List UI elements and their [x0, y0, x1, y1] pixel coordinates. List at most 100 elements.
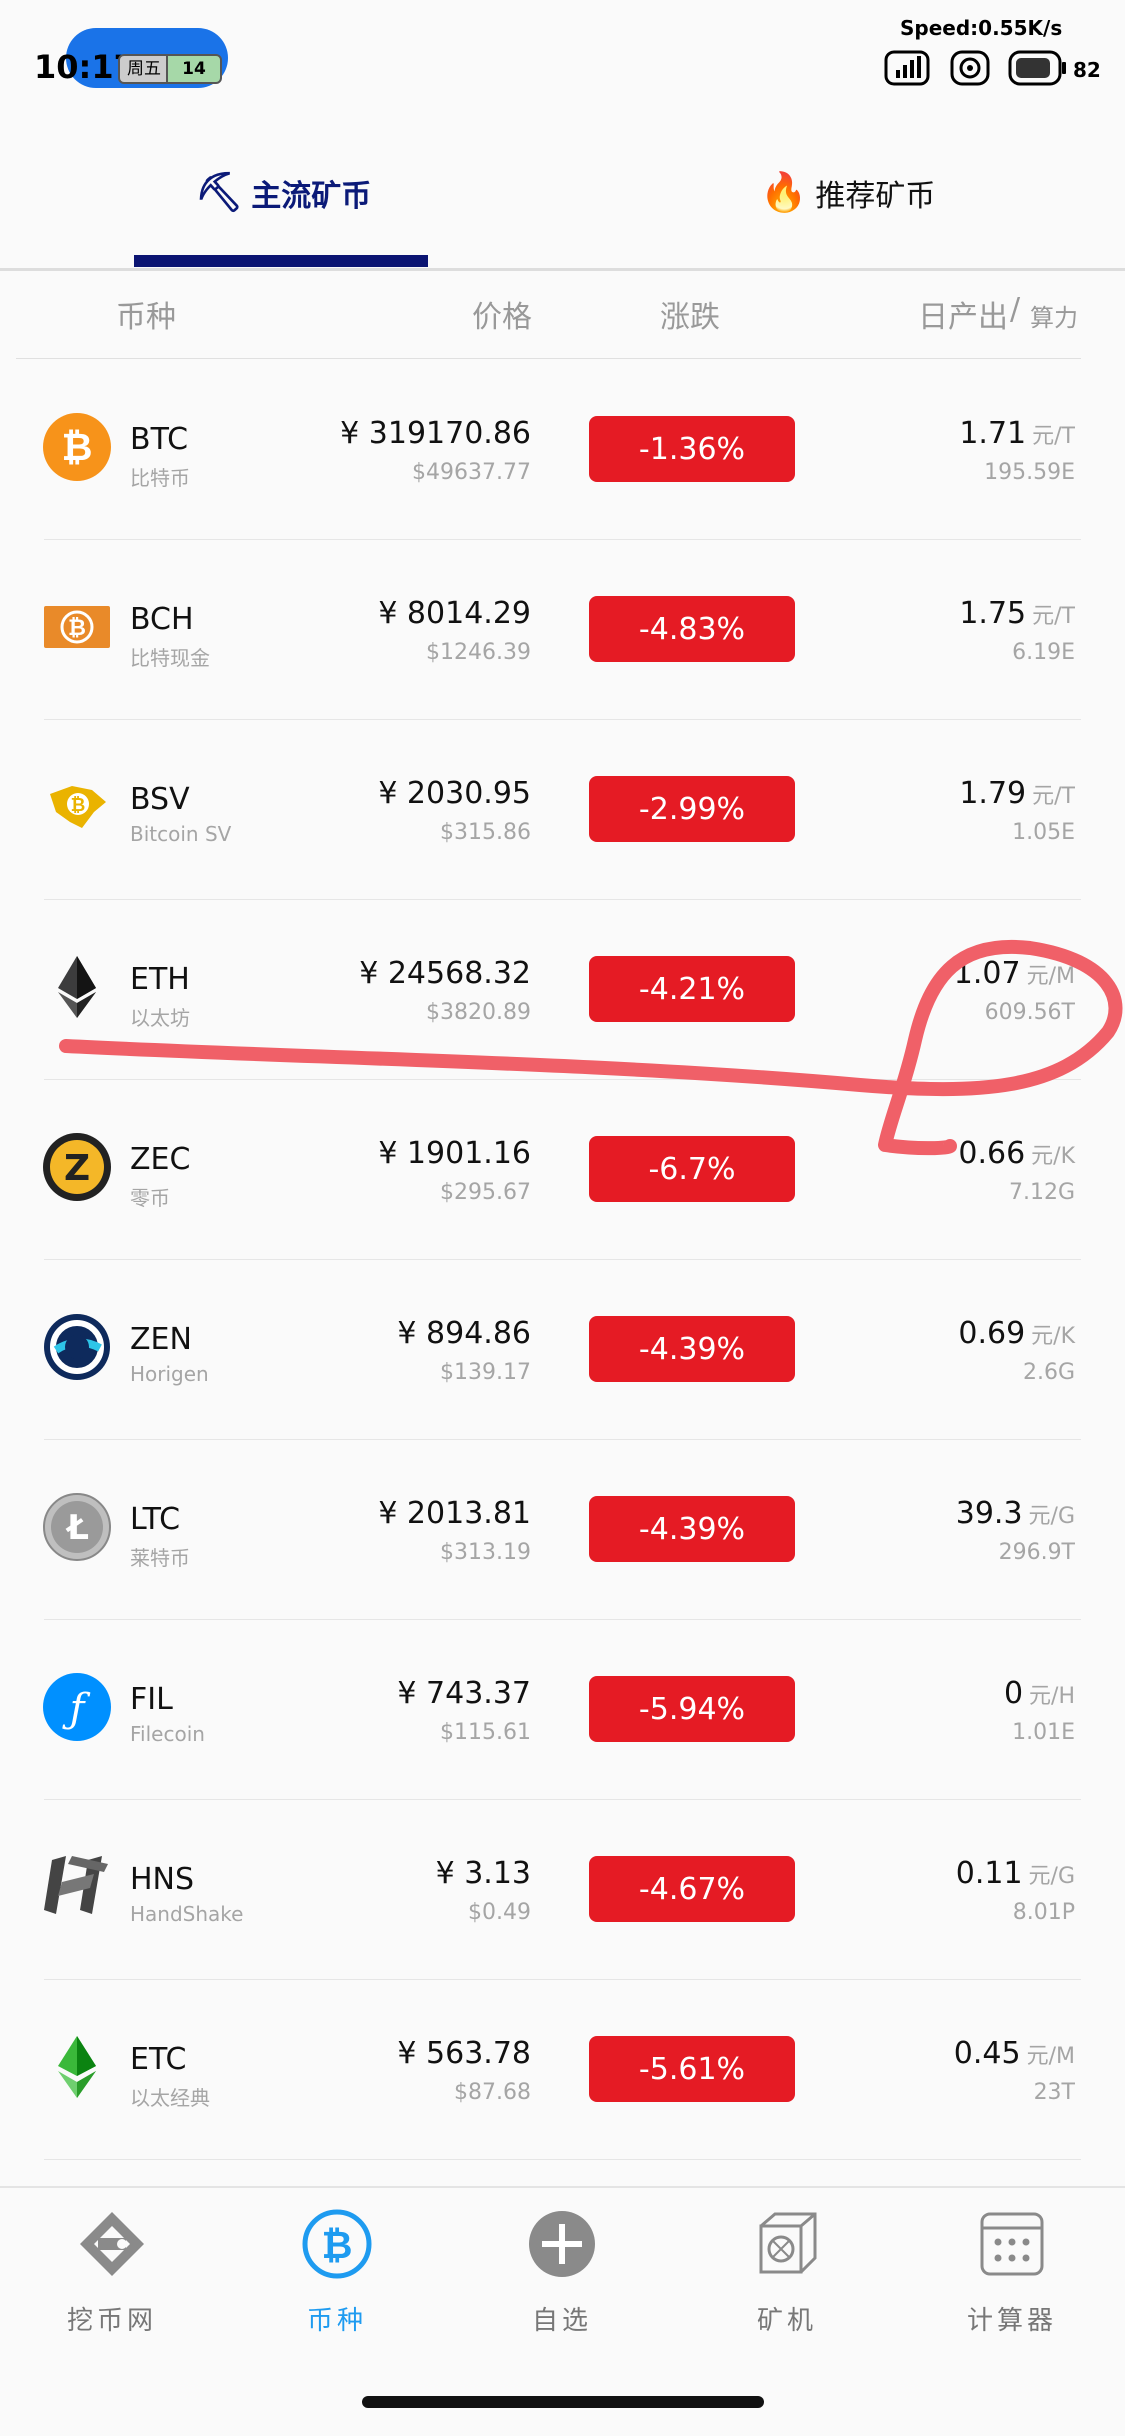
etc-icon — [42, 2032, 112, 2102]
coin-row-bch[interactable]: ₿ BCH 比特现金 ¥ 8014.29 $1246.39 -4.83% 1.7… — [0, 540, 1125, 720]
daily-output: 1.79 元/T — [959, 776, 1075, 811]
change-badge[interactable]: -4.39% — [589, 1496, 795, 1562]
tab-recommended[interactable]: 🔥 推荐矿币 — [760, 170, 935, 215]
daily-output: 0.69 元/K — [958, 1316, 1075, 1351]
active-tab-indicator — [134, 255, 428, 267]
price-usd: $315.86 — [440, 820, 531, 845]
price-usd: $1246.39 — [426, 640, 531, 665]
nav-label: 自选 — [531, 2306, 592, 2336]
daily-output: 0.45 元/M — [954, 2036, 1075, 2071]
output-unit: 元/M — [1026, 2044, 1075, 2069]
bottom-nav-divider — [0, 2186, 1125, 2188]
change-badge[interactable]: -6.7% — [589, 1136, 795, 1202]
price-cny: ¥ 1901.16 — [378, 1136, 531, 1171]
svg-text:₿: ₿ — [68, 616, 86, 641]
change-badge[interactable]: -4.67% — [589, 1856, 795, 1922]
nav-wabi[interactable]: 挖币网 — [22, 2208, 202, 2348]
hotspot-icon — [950, 50, 990, 86]
miner-icon — [759, 2212, 817, 2274]
coin-row-etc[interactable]: ETC 以太经典 ¥ 563.78 $87.68 -5.61% 0.45 元/M … — [0, 1980, 1125, 2160]
output-unit: 元/T — [1032, 424, 1075, 449]
coin-row-zen[interactable]: ZEN Horigen ¥ 894.86 $139.17 -4.39% 0.69… — [0, 1260, 1125, 1440]
hns-icon — [42, 1852, 112, 1922]
output-unit: 元/M — [1026, 964, 1075, 989]
btc-icon: ₿ — [42, 412, 112, 482]
change-badge[interactable]: -4.83% — [589, 596, 795, 662]
price-usd: $87.68 — [454, 2080, 531, 2105]
home-indicator[interactable] — [362, 2396, 764, 2408]
hashrate: 2.6G — [1022, 1360, 1075, 1385]
change-badge[interactable]: -2.99% — [589, 776, 795, 842]
price-usd: $49637.77 — [412, 460, 531, 485]
svg-text:₿: ₿ — [322, 2223, 353, 2267]
fil-icon: ƒ — [42, 1672, 112, 1742]
tab-mainstream[interactable]: ⛏ 主流矿币 — [195, 170, 371, 215]
price-usd: $313.19 — [440, 1540, 531, 1565]
change-badge[interactable]: -5.61% — [589, 2036, 795, 2102]
battery-level: 82 — [1073, 58, 1101, 82]
coin-row-btc[interactable]: ₿ BTC 比特币 ¥ 319170.86 $49637.77 -1.36% 1… — [0, 360, 1125, 540]
output-unit: 元/K — [1031, 1324, 1075, 1349]
weekday-badge: 周五 — [118, 54, 170, 84]
output-value: 1.75 — [959, 596, 1027, 631]
daily-output: 0.66 元/K — [958, 1136, 1075, 1171]
tab-label: 推荐矿币 — [815, 178, 936, 214]
coin-row-fil[interactable]: ƒ FIL Filecoin ¥ 743.37 $115.61 -5.94% 0… — [0, 1620, 1125, 1800]
price-cny: ¥ 319170.86 — [340, 416, 531, 451]
price-cny: ¥ 2013.81 — [378, 1496, 531, 1531]
col-output[interactable]: 日产出 — [918, 292, 1008, 336]
change-badge[interactable]: -1.36% — [589, 416, 795, 482]
col-hashrate[interactable]: 算力 — [1030, 298, 1078, 333]
nav-miner[interactable]: 矿机 — [697, 2208, 877, 2348]
output-value: 0.66 — [958, 1136, 1026, 1171]
coin-row-bsv[interactable]: ₿ BSV Bitcoin SV ¥ 2030.95 $315.86 -2.99… — [0, 720, 1125, 900]
change-badge[interactable]: -4.21% — [589, 956, 795, 1022]
coin-symbol: ZEN — [130, 1322, 192, 1357]
col-slash: / — [1010, 292, 1021, 327]
battery-icon — [1008, 50, 1066, 86]
daily-output: 0.11 元/G — [956, 1856, 1075, 1891]
output-value: 1.07 — [953, 956, 1021, 991]
nav-coins[interactable]: ₿ 币种 — [247, 2208, 427, 2348]
change-badge[interactable]: -5.94% — [589, 1676, 795, 1742]
hashrate: 296.9T — [998, 1540, 1075, 1565]
col-price[interactable]: 价格 — [472, 292, 532, 336]
output-unit: 元/H — [1029, 1684, 1075, 1709]
col-change[interactable]: 涨跌 — [660, 292, 720, 336]
coin-row-ltc[interactable]: Ł LTC 莱特币 ¥ 2013.81 $313.19 -4.39% 39.3 元… — [0, 1440, 1125, 1620]
output-value: 39.3 — [955, 1496, 1023, 1531]
coin-name: 比特现金 — [130, 646, 210, 670]
nav-label: 币种 — [306, 2306, 367, 2336]
coin-name: Filecoin — [130, 1722, 205, 1746]
nav-label: 挖币网 — [66, 2306, 157, 2336]
price-usd: $3820.89 — [426, 1000, 531, 1025]
daily-output: 1.71 元/T — [959, 416, 1075, 451]
hashrate: 8.01P — [1012, 1900, 1075, 1925]
fire-icon: 🔥 — [760, 170, 808, 214]
price-usd: $115.61 — [440, 1720, 531, 1745]
output-value: 0.69 — [958, 1316, 1026, 1351]
nav-watchlist[interactable]: 自选 — [472, 2208, 652, 2348]
output-value: 1.71 — [959, 416, 1027, 451]
hashrate: 195.59E — [984, 460, 1075, 485]
change-badge[interactable]: -4.39% — [589, 1316, 795, 1382]
coin-symbol: FIL — [130, 1682, 173, 1717]
header-divider — [16, 358, 1081, 359]
svg-text:₿: ₿ — [71, 795, 86, 816]
col-coin[interactable]: 币种 — [116, 292, 176, 336]
coin-row-hns[interactable]: HNS HandShake ¥ 3.13 $0.49 -4.67% 0.11 元/… — [0, 1800, 1125, 1980]
coin-symbol: ZEC — [130, 1142, 191, 1177]
daily-output: 1.75 元/T — [959, 596, 1075, 631]
pickaxe-icon: ⛏ — [195, 170, 244, 214]
price-cny: ¥ 743.37 — [397, 1676, 531, 1711]
nav-calculator[interactable]: 计算器 — [922, 2208, 1102, 2348]
ltc-icon: Ł — [42, 1492, 112, 1562]
price-cny: ¥ 2030.95 — [378, 776, 531, 811]
coin-symbol: HNS — [130, 1862, 195, 1897]
coin-row-zec[interactable]: Z ZEC 零币 ¥ 1901.16 $295.67 -6.7% 0.66 元/K… — [0, 1080, 1125, 1260]
coin-tabs: ⛏ 主流矿币 🔥 推荐矿币 — [0, 110, 1125, 271]
bitcoin-icon: ₿ — [302, 2209, 372, 2279]
coin-row-eth[interactable]: ETH 以太坊 ¥ 24568.32 $3820.89 -4.21% 1.07 元… — [0, 900, 1125, 1080]
coin-name: 莱特币 — [130, 1546, 190, 1570]
output-unit: 元/T — [1032, 604, 1075, 629]
